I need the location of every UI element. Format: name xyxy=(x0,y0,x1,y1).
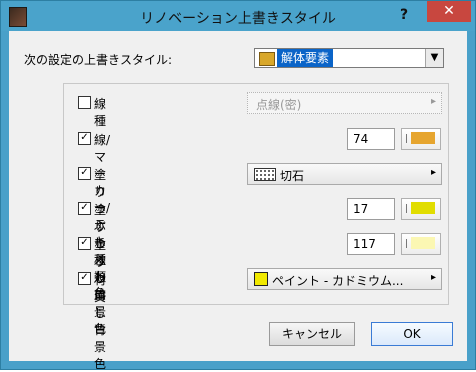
material-value: ペイント - カドミウム... xyxy=(272,274,404,288)
cancel-button[interactable]: キャンセル xyxy=(269,322,355,346)
override-style-select[interactable]: 解体要素 ▼ xyxy=(254,48,444,68)
line-type-checkbox[interactable] xyxy=(78,96,91,109)
line-color-swatch xyxy=(411,132,435,144)
title-bar: リノベーション上書きスタイル ? ✕ xyxy=(1,1,475,31)
color-picker-marker xyxy=(406,134,407,143)
fill-background-swatch xyxy=(411,237,435,249)
material-checkbox[interactable]: ✓ xyxy=(78,272,91,285)
override-style-label: 次の設定の上書きスタイル: xyxy=(24,53,173,67)
line-color-number: 74 xyxy=(353,132,369,146)
chevron-down-icon: ▼ xyxy=(425,49,443,67)
material-label: 材質 xyxy=(94,273,107,304)
material-select[interactable]: ペイント - カドミウム... ▸ xyxy=(247,268,442,290)
fill-type-checkbox[interactable]: ✓ xyxy=(78,167,91,180)
help-button[interactable]: ? xyxy=(397,7,411,23)
chevron-right-icon: ▸ xyxy=(430,96,436,107)
chevron-right-icon: ▸ xyxy=(430,272,436,283)
chevron-right-icon: ▸ xyxy=(430,167,436,178)
line-color-picker[interactable] xyxy=(401,128,441,150)
line-color-checkbox[interactable]: ✓ xyxy=(78,132,91,145)
fill-type-value: 切石 xyxy=(280,169,305,183)
demolish-element-icon xyxy=(259,52,275,66)
line-color-number-input[interactable]: 74 xyxy=(347,128,395,150)
fill-foreground-picker[interactable] xyxy=(401,198,441,220)
fill-background-number: 117 xyxy=(353,237,376,251)
fill-foreground-number-input[interactable]: 17 xyxy=(347,198,395,220)
override-style-selected: 解体要素 xyxy=(277,49,334,67)
fill-foreground-number: 17 xyxy=(353,202,369,216)
dialog-window: リノベーション上書きスタイル ? ✕ 次の設定の上書きスタイル: 解体要素 ▼ … xyxy=(0,0,476,371)
fill-background-picker[interactable] xyxy=(401,233,441,255)
fill-background-number-input[interactable]: 117 xyxy=(347,233,395,255)
fill-foreground-checkbox[interactable]: ✓ xyxy=(78,202,91,215)
color-picker-marker xyxy=(406,239,407,248)
ok-button[interactable]: OK xyxy=(371,322,453,346)
color-picker-marker xyxy=(406,204,407,213)
material-swatch xyxy=(254,272,268,286)
fill-type-select[interactable]: 切石 ▸ xyxy=(247,163,442,185)
dialog-body: 次の設定の上書きスタイル: 解体要素 ▼ 線種 点線(密) ▸ ✓ 線/マーカー… xyxy=(9,31,467,371)
line-type-label: 線種 xyxy=(94,97,107,128)
line-type-value: 点線(密) xyxy=(256,98,302,112)
fill-background-checkbox[interactable]: ✓ xyxy=(78,237,91,250)
fill-foreground-swatch xyxy=(411,202,435,214)
line-type-select[interactable]: 点線(密) ▸ xyxy=(247,92,442,114)
close-button[interactable]: ✕ xyxy=(427,1,471,22)
cut-stone-pattern-icon xyxy=(254,168,276,181)
